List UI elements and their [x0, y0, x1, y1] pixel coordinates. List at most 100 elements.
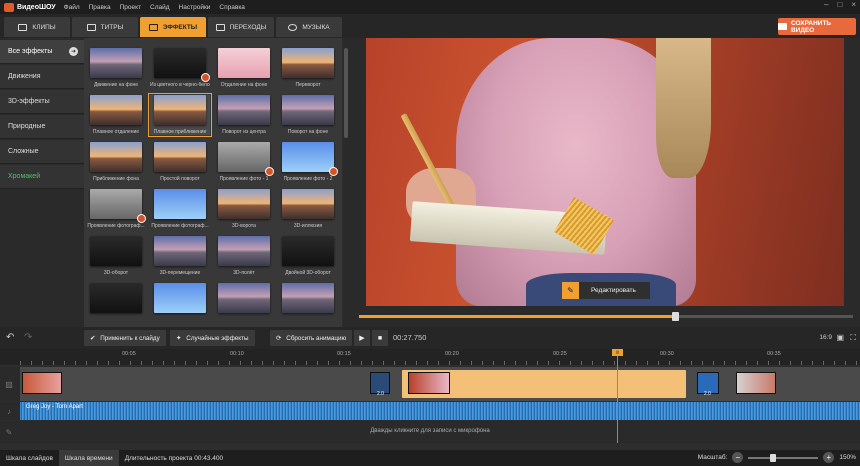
effect-item[interactable]: Проявление фото - 2	[278, 142, 338, 182]
effect-label: Проявление фото - 2	[283, 176, 333, 182]
ruler-tick	[251, 361, 252, 365]
ruler-tick	[526, 361, 527, 365]
effect-item[interactable]: Проявление фотограф...	[86, 189, 146, 229]
random-label: Случайные эффекты	[186, 334, 249, 342]
timeline-ruler[interactable]: 00:05 00:10 00:15 00:20 00:25 00:30 00:35	[0, 349, 860, 365]
fullscreen-icon[interactable]: ⛶	[850, 333, 856, 343]
effect-item[interactable]	[214, 283, 274, 317]
ruler-tick	[691, 361, 692, 365]
effect-item[interactable]: Поворот на фоне	[278, 95, 338, 135]
effect-item[interactable]: Плавное приближение	[148, 93, 212, 137]
effect-item[interactable]	[150, 283, 210, 317]
effect-item[interactable]: Из цветного в черно-белое	[150, 48, 210, 88]
effect-categories: Все эффекты ➜ Движения 3D-эффекты Природн…	[0, 38, 84, 327]
redo-icon[interactable]: ↷	[24, 332, 32, 343]
video-lane[interactable]: 2.0 2.0	[20, 367, 860, 401]
effect-item[interactable]: Приближение фона	[86, 142, 146, 182]
aspect-ratio[interactable]: 16:9	[819, 334, 832, 341]
ruler-tick	[757, 361, 758, 365]
effect-item[interactable]: Простой поворот	[150, 142, 210, 182]
tab-transitions[interactable]: ПЕРЕХОДЫ	[208, 17, 274, 37]
play-button[interactable]: ▶	[354, 330, 370, 346]
zoom-slider[interactable]	[748, 453, 819, 462]
tab-titles[interactable]: ТИТРЫ	[72, 17, 138, 37]
undo-icon[interactable]: ↶	[6, 332, 14, 343]
menu-project[interactable]: Проект	[120, 4, 141, 11]
effect-thumbnail	[154, 283, 206, 313]
effect-item[interactable]: 3D-ворота	[214, 189, 274, 229]
category-chromakey[interactable]: Хромакей	[0, 165, 84, 189]
ruler-tick	[273, 361, 274, 365]
close-icon[interactable]: ×	[851, 0, 856, 9]
tab-music[interactable]: МУЗЫКА	[276, 17, 342, 37]
tab-effects[interactable]: ЭФФЕКТЫ	[140, 17, 206, 37]
effect-item[interactable]: Двойной 3D-оборот	[278, 236, 338, 276]
zoom-out-icon[interactable]: −	[732, 452, 744, 463]
effect-item[interactable]: 3D-полёт	[214, 236, 274, 276]
effect-item[interactable]: Проявление фотограф...	[150, 189, 210, 229]
random-effects-button[interactable]: ✦ Случайные эффекты	[170, 330, 255, 346]
speaker-icon: ♪	[7, 406, 11, 416]
effect-item[interactable]	[278, 283, 338, 317]
ruler-tick	[493, 361, 494, 365]
ruler-tick	[790, 361, 791, 365]
camera-icon[interactable]: ▣	[836, 333, 844, 342]
ruler-tick	[163, 361, 164, 365]
ruler-tick	[130, 361, 131, 365]
edit-button[interactable]: ✎ Редактировать	[562, 282, 650, 299]
slide-thumbnail[interactable]	[736, 372, 776, 394]
ruler-tick	[20, 361, 21, 365]
transitions-icon	[215, 23, 225, 31]
effect-label: 3D-перемещение	[159, 270, 201, 276]
reset-animation-button[interactable]: ⟳ Сбросить анимацию	[270, 330, 353, 346]
effect-item[interactable]: Переворот	[278, 48, 338, 88]
playhead[interactable]	[617, 349, 618, 443]
minimize-icon[interactable]: –	[824, 0, 828, 9]
effect-item[interactable]: Проявление фото - 1	[214, 142, 274, 182]
maximize-icon[interactable]: □	[837, 0, 842, 9]
tab-slide-scale[interactable]: Шкала слайдов	[0, 450, 59, 466]
menu-slide[interactable]: Слайд	[150, 4, 170, 11]
save-video-button[interactable]: СОХРАНИТЬ ВИДЕО	[778, 18, 856, 35]
playhead-handle[interactable]: |||	[612, 349, 623, 356]
effect-thumbnail	[218, 236, 270, 266]
mic-track[interactable]: ✎ Дважды кликните для записи с микрофона	[0, 421, 860, 443]
ruler-tick	[350, 361, 351, 365]
effect-item[interactable]: 3D-иллюзия	[278, 189, 338, 229]
zoom-slider-handle[interactable]	[770, 453, 777, 462]
effect-item[interactable]	[86, 283, 146, 317]
effect-item[interactable]: Плавное отдаление	[86, 95, 146, 135]
effect-item[interactable]: Поворот из центра	[214, 95, 274, 135]
seekbar-handle[interactable]	[672, 312, 680, 321]
apply-to-slide-button[interactable]: ✔ Применить к слайду	[84, 330, 166, 346]
category-nature[interactable]: Природные	[0, 115, 84, 139]
menu-edit[interactable]: Правка	[89, 4, 111, 11]
effect-item[interactable]: 3D-оборот	[86, 236, 146, 276]
preview-seekbar[interactable]	[359, 312, 853, 321]
effect-item[interactable]: Отдаление на фоне	[214, 48, 274, 88]
category-3d[interactable]: 3D-эффекты	[0, 90, 84, 114]
effect-item[interactable]: 3D-перемещение	[150, 236, 210, 276]
menu-file[interactable]: Файл	[64, 4, 80, 11]
scrollbar-thumb[interactable]	[344, 48, 348, 138]
tab-time-scale[interactable]: Шкала времени	[58, 450, 119, 466]
category-all-effects[interactable]: Все эффекты ➜	[0, 40, 84, 64]
tab-clips[interactable]: КЛИПЫ	[4, 17, 70, 37]
ruler-tick	[680, 361, 681, 365]
effect-item[interactable]: Движение на фоне	[86, 48, 146, 88]
ruler-tick	[438, 361, 439, 365]
category-movements[interactable]: Движения	[0, 65, 84, 89]
slide-thumbnail[interactable]	[22, 372, 62, 394]
menu-settings[interactable]: Настройки	[179, 4, 211, 11]
category-complex[interactable]: Сложные	[0, 140, 84, 164]
video-preview[interactable]	[366, 38, 844, 306]
ruler-tick	[581, 361, 582, 365]
menu-help[interactable]: Справка	[219, 4, 245, 11]
audio-waveform[interactable]	[20, 402, 860, 420]
zoom-in-icon[interactable]: +	[823, 452, 835, 463]
selected-slide-thumbnail[interactable]	[408, 372, 450, 394]
stop-button[interactable]: ■	[372, 330, 388, 346]
effect-thumbnail	[218, 189, 270, 219]
ruler-tick	[537, 361, 538, 365]
edit-label: Редактировать	[591, 287, 636, 294]
